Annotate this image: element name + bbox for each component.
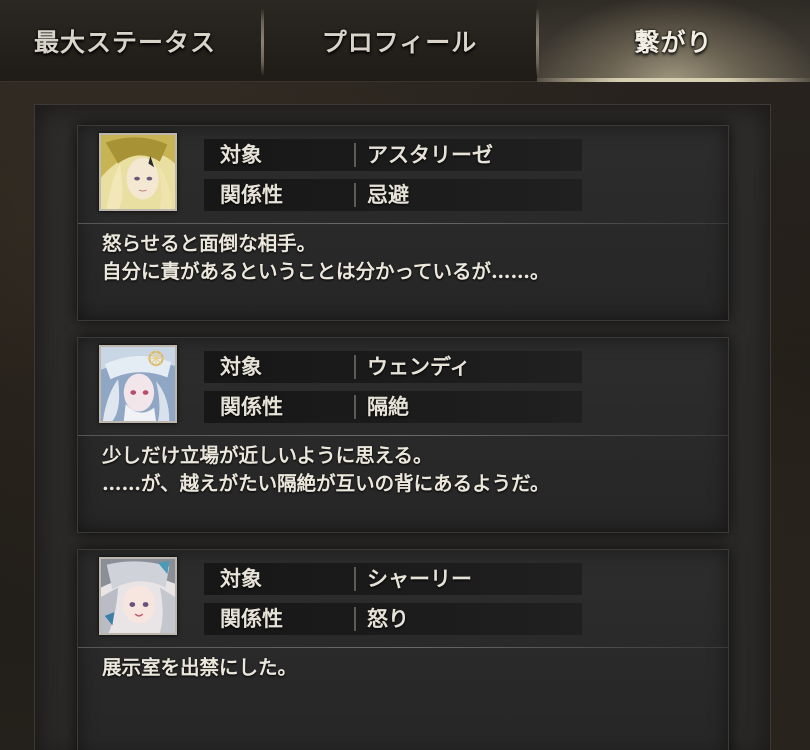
row-divider	[354, 567, 356, 591]
relation-row: 関係性 怒り	[204, 603, 582, 635]
relation-card: 対象 シャーリー 関係性 怒り 展示室を出禁にした。	[77, 549, 729, 750]
card-divider	[78, 647, 728, 648]
relation-card: 対象 ウェンディ 関係性 隔絶 少しだけ立場が近しいように思える。 ……が、越え…	[77, 337, 729, 533]
description-line: ……が、越えがたい隔絶が互いの背にあるようだ。	[102, 472, 550, 495]
target-name: アスタリーゼ	[367, 142, 493, 167]
character-portrait-wendy[interactable]	[99, 345, 177, 423]
character-portrait-shirley[interactable]	[99, 557, 177, 635]
relation-description: 少しだけ立場が近しいように思える。 ……が、越えがたい隔絶が互いの背にあるようだ…	[102, 442, 708, 498]
target-row: 対象 ウェンディ	[204, 351, 582, 383]
character-portrait-asteliese[interactable]	[99, 133, 177, 211]
card-divider	[78, 223, 728, 224]
portrait-image	[101, 135, 175, 209]
relation-label: 関係性	[220, 394, 283, 419]
target-name: ウェンディ	[367, 354, 471, 379]
relation-label: 関係性	[220, 606, 283, 631]
target-label: 対象	[220, 566, 262, 591]
tab-label: 繋がり	[634, 28, 713, 57]
row-divider	[354, 143, 356, 167]
row-divider	[354, 355, 356, 379]
tab-label: プロフィール	[321, 28, 478, 57]
portrait-image	[101, 559, 175, 633]
tab-bar: 最大ステータス プロフィール 繋がり	[0, 0, 810, 82]
description-line: 自分に責があるということは分かっているが……。	[102, 260, 550, 283]
tab-label: 最大ステータス	[34, 28, 217, 57]
target-row: 対象 シャーリー	[204, 563, 582, 595]
relation-description: 怒らせると面倒な相手。 自分に責があるということは分かっているが……。	[102, 230, 708, 286]
row-divider	[354, 395, 356, 419]
description-line: 展示室を出禁にした。	[102, 656, 298, 679]
relation-value: 怒り	[367, 606, 409, 631]
target-label: 対象	[220, 354, 262, 379]
relation-value: 忌避	[367, 182, 409, 207]
relation-row: 関係性 隔絶	[204, 391, 582, 423]
target-row: 対象 アスタリーゼ	[204, 139, 582, 171]
target-name: シャーリー	[367, 566, 472, 591]
tab-divider	[261, 8, 264, 76]
description-line: 少しだけ立場が近しいように思える。	[102, 444, 433, 467]
tab-max-status[interactable]: 最大ステータス	[0, 0, 262, 82]
card-divider	[78, 435, 728, 436]
row-divider	[354, 183, 356, 207]
target-label: 対象	[220, 142, 262, 167]
description-line: 怒らせると面倒な相手。	[102, 232, 317, 255]
portrait-image	[101, 347, 175, 421]
relation-row: 関係性 忌避	[204, 179, 582, 211]
relation-description: 展示室を出禁にした。	[102, 654, 708, 682]
tab-connections[interactable]: 繋がり	[536, 0, 810, 82]
relation-value: 隔絶	[367, 394, 409, 419]
connections-screen: 最大ステータス プロフィール 繋がり 対象 アスタリーゼ 関係性 忌避 怒らせる…	[0, 0, 810, 750]
tab-divider	[536, 8, 539, 76]
relation-card: 対象 アスタリーゼ 関係性 忌避 怒らせると面倒な相手。 自分に責があるというこ…	[77, 125, 729, 321]
row-divider	[354, 607, 356, 631]
relations-panel[interactable]: 対象 アスタリーゼ 関係性 忌避 怒らせると面倒な相手。 自分に責があるというこ…	[34, 104, 771, 750]
tab-profile[interactable]: プロフィール	[261, 0, 537, 82]
relation-label: 関係性	[220, 182, 283, 207]
